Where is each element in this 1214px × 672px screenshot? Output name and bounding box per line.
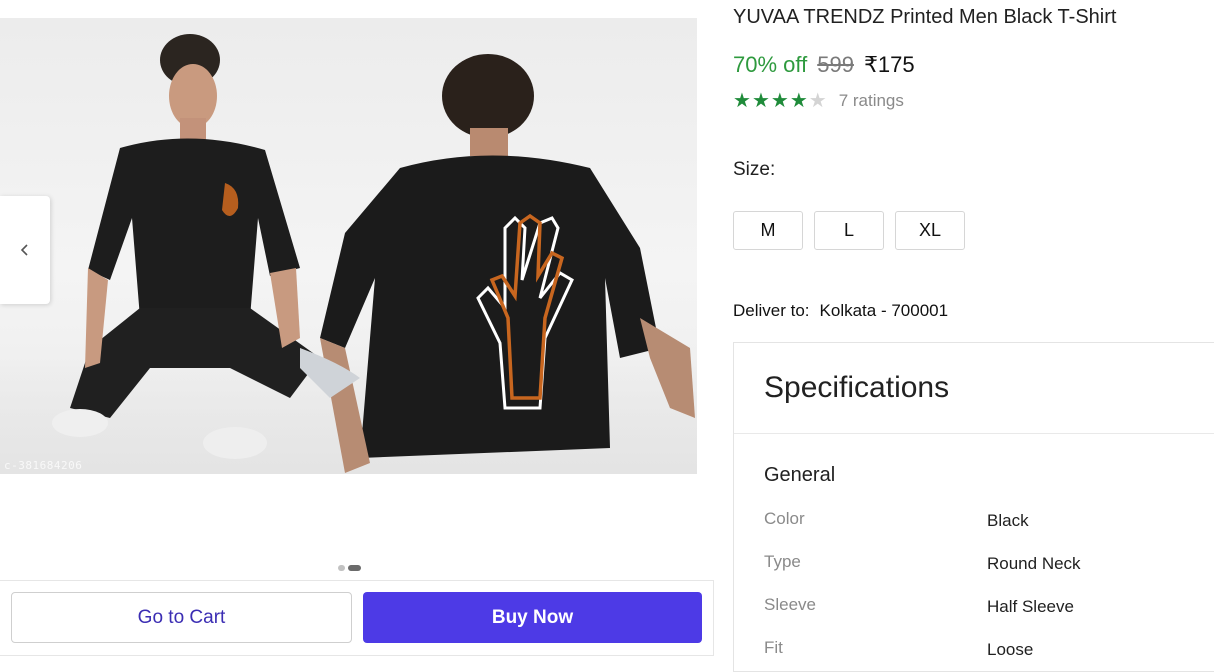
spec-row-type: Type Round Neck bbox=[764, 552, 1204, 576]
star-filled-icon: ★ bbox=[789, 90, 808, 112]
size-options: M L XL bbox=[733, 211, 965, 250]
star-filled-icon: ★ bbox=[751, 90, 770, 112]
gallery-dot-active[interactable] bbox=[348, 565, 361, 571]
rating-row: ★ ★ ★ ★ ★ 7 ratings bbox=[733, 91, 904, 111]
price-row: 70% off 599 ₹175 bbox=[733, 52, 915, 78]
spec-key: Type bbox=[764, 552, 801, 571]
product-title: YUVAA TRENDZ Printed Men Black T-Shirt bbox=[733, 6, 1117, 28]
star-filled-icon: ★ bbox=[733, 90, 751, 112]
star-empty-icon: ★ bbox=[808, 90, 827, 112]
spec-value: Round Neck bbox=[987, 554, 1081, 573]
selling-price: ₹175 bbox=[863, 52, 915, 77]
model-front-figure bbox=[52, 34, 320, 459]
specifications-header: Specifications bbox=[734, 343, 1214, 434]
spec-row-sleeve: Sleeve Half Sleeve bbox=[764, 595, 1204, 619]
star-rating: ★ ★ ★ ★ ★ bbox=[733, 91, 827, 111]
previous-image-button[interactable] bbox=[0, 196, 50, 304]
chevron-left-icon bbox=[20, 244, 28, 256]
go-to-cart-button[interactable]: Go to Cart bbox=[11, 592, 352, 643]
spec-group-title: General bbox=[764, 464, 836, 486]
spec-value: Half Sleeve bbox=[987, 597, 1074, 616]
spec-key: Color bbox=[764, 509, 805, 528]
product-image[interactable]: c-381684206 bbox=[0, 18, 697, 474]
gallery-dot[interactable] bbox=[338, 565, 345, 571]
size-option-l[interactable]: L bbox=[814, 211, 884, 250]
buy-now-button[interactable]: Buy Now bbox=[363, 592, 702, 643]
gallery-pagination bbox=[338, 565, 361, 571]
size-option-xl[interactable]: XL bbox=[895, 211, 965, 250]
size-option-m[interactable]: M bbox=[733, 211, 803, 250]
discount-label: 70% off bbox=[733, 52, 808, 77]
image-watermark: c-381684206 bbox=[4, 459, 83, 472]
size-label: Size: bbox=[733, 159, 776, 180]
spec-value: Black bbox=[987, 511, 1029, 530]
spec-row-fit: Fit Loose bbox=[764, 638, 1204, 662]
delivery-pincode: Kolkata - 700001 bbox=[819, 301, 949, 320]
deliver-to-label: Deliver to: bbox=[733, 301, 810, 320]
spec-value: Loose bbox=[987, 640, 1034, 659]
star-filled-icon: ★ bbox=[770, 90, 789, 112]
spec-key: Fit bbox=[764, 638, 783, 657]
models-illustration bbox=[52, 34, 695, 473]
model-back-figure bbox=[300, 54, 695, 473]
original-price: 599 bbox=[817, 52, 854, 77]
product-gallery: c-381684206 Go to Cart Buy Now bbox=[0, 0, 714, 660]
delivery-location[interactable]: Deliver to: Kolkata - 700001 bbox=[733, 301, 948, 321]
specifications-title: Specifications bbox=[764, 371, 950, 404]
spec-row-color: Color Black bbox=[764, 509, 1204, 533]
ratings-count[interactable]: 7 ratings bbox=[839, 91, 904, 111]
action-bar: Go to Cart Buy Now bbox=[0, 580, 714, 656]
specifications-card: Specifications General Color Black Type … bbox=[733, 342, 1214, 672]
spec-key: Sleeve bbox=[764, 595, 816, 614]
